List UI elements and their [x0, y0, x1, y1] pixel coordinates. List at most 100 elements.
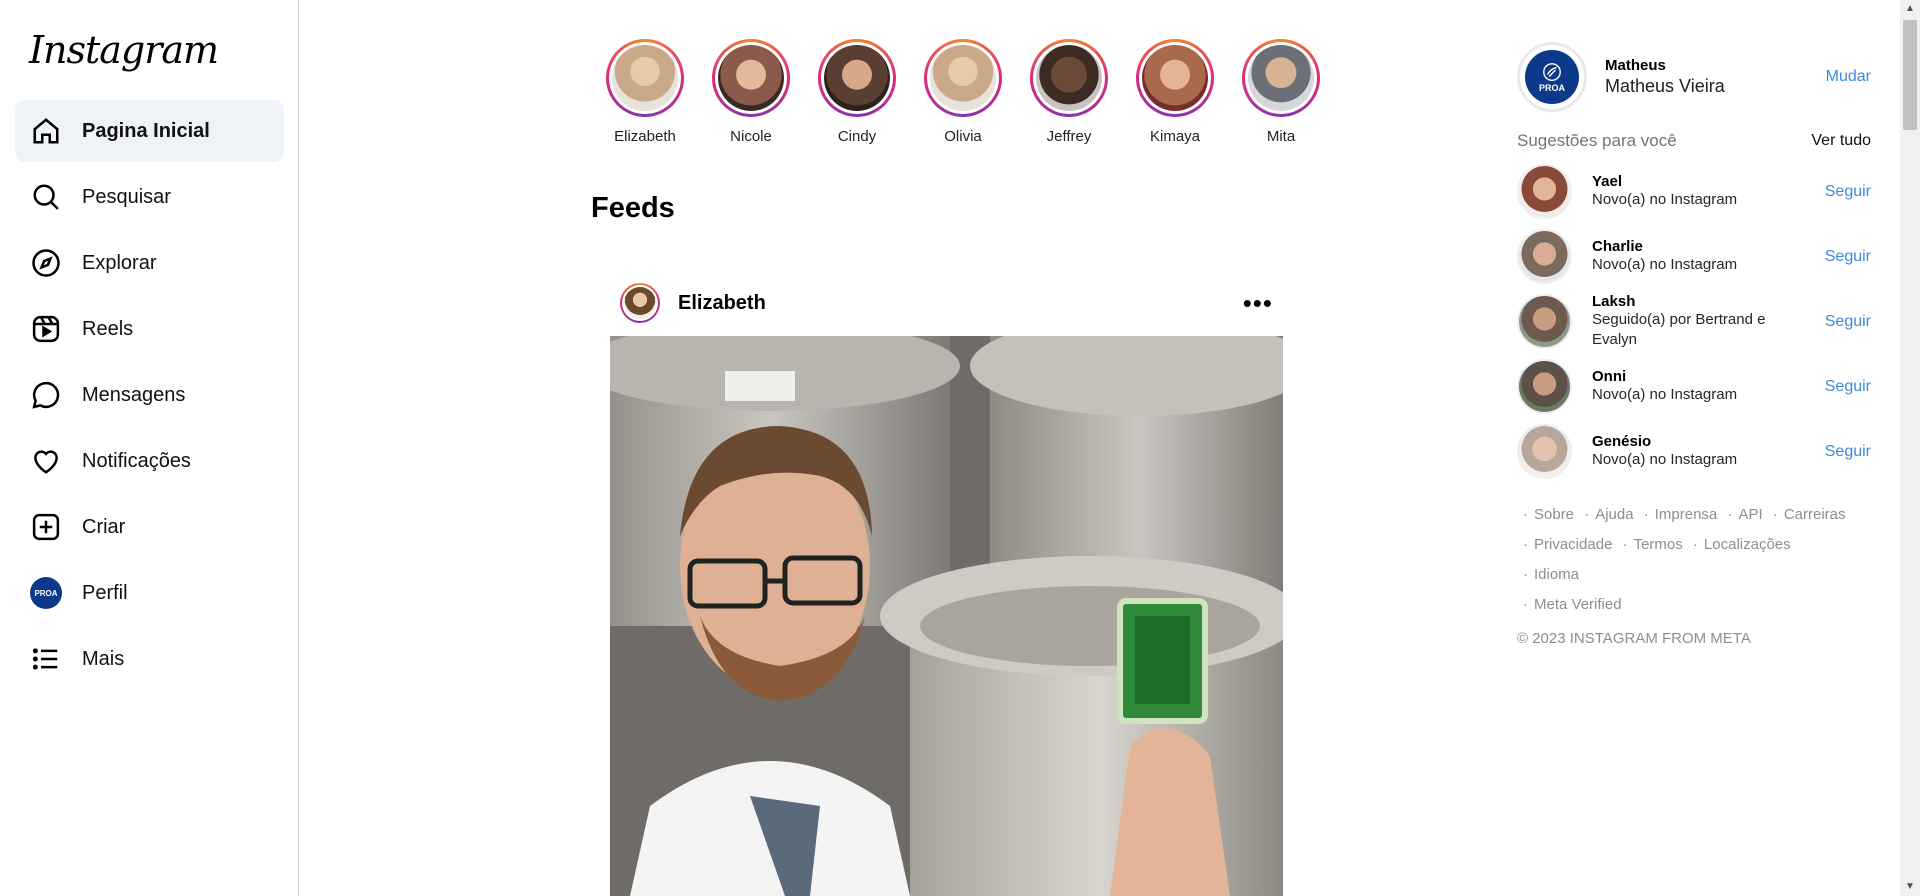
story-name: Cindy: [837, 128, 877, 145]
footer-link[interactable]: Imprensa: [1655, 506, 1718, 523]
post-header: Elizabeth •••: [610, 277, 1283, 329]
story-item[interactable]: Jeffrey: [1016, 39, 1122, 145]
scroll-thumb[interactable]: [1903, 20, 1917, 130]
story-ring-inner: [609, 42, 681, 114]
scroll-down-icon[interactable]: ▼: [1900, 878, 1920, 896]
sidebar-item-label: Mensagens: [82, 383, 186, 406]
story-avatar: [1142, 45, 1208, 111]
sidebar-item-label: Explorar: [82, 251, 157, 274]
sidebar-item-notifications[interactable]: Notificações: [15, 430, 284, 492]
menu-icon: [30, 643, 62, 675]
suggestions-title: Sugestões para você: [1517, 131, 1677, 150]
suggestion-subtitle: Novo(a) no Instagram: [1592, 451, 1738, 468]
footer-link[interactable]: Ajuda: [1595, 506, 1633, 523]
story-ring: [1242, 39, 1320, 117]
story-name: Jeffrey: [1046, 128, 1092, 145]
sidebar-item-more[interactable]: Mais: [15, 628, 284, 690]
story-item[interactable]: Olivia: [910, 39, 1016, 145]
suggestion-subtitle: Seguido(a) por Bertrand e Evalyn: [1592, 311, 1766, 348]
story-item[interactable]: Nicole: [698, 39, 804, 145]
suggestion-avatar[interactable]: [1517, 164, 1572, 219]
page-scrollbar[interactable]: ▲ ▼: [1900, 0, 1920, 896]
follow-button[interactable]: Seguir: [1825, 378, 1871, 396]
footer-link[interactable]: Sobre: [1534, 506, 1574, 523]
suggestion-avatar[interactable]: [1517, 294, 1572, 349]
story-name: Nicole: [730, 128, 772, 145]
follow-button[interactable]: Seguir: [1825, 248, 1871, 266]
story-ring-inner: [1033, 42, 1105, 114]
footer-links: · Sobre · Ajuda · Imprensa · API · Carreiras …: [1523, 506, 1846, 613]
suggestion-item: Onni Novo(a) no Instagram Seguir: [1517, 354, 1871, 419]
story-ring: [606, 39, 684, 117]
more-options-icon[interactable]: •••: [1243, 290, 1273, 316]
suggestion-username[interactable]: Onni: [1592, 368, 1792, 385]
post-image[interactable]: [610, 336, 1283, 896]
footer-link[interactable]: API: [1738, 506, 1762, 523]
sidebar-item-create[interactable]: Criar: [15, 496, 284, 558]
sidebar-item-search[interactable]: Pesquisar: [15, 166, 284, 228]
account-full-name: Matheus Vieira: [1605, 76, 1725, 96]
story-ring: [712, 39, 790, 117]
suggestion-username[interactable]: Genésio: [1592, 433, 1792, 450]
story-ring-inner: [821, 42, 893, 114]
story-item[interactable]: Mita: [1228, 39, 1334, 145]
sidebar-item-reels[interactable]: Reels: [15, 298, 284, 360]
profile-avatar: PROA: [30, 577, 62, 609]
suggestion-username[interactable]: Laksh: [1592, 293, 1792, 310]
footer-link[interactable]: Privacidade: [1534, 536, 1612, 553]
story-name: Olivia: [944, 128, 982, 145]
see-all-button[interactable]: Ver tudo: [1811, 132, 1871, 150]
story-ring-inner: [927, 42, 999, 114]
message-icon: [30, 379, 62, 411]
scroll-up-icon[interactable]: ▲: [1900, 0, 1920, 18]
sidebar-item-explore[interactable]: Explorar: [15, 232, 284, 294]
footer-link[interactable]: Meta Verified: [1534, 596, 1622, 613]
sidebar-item-label: Pagina Inicial: [82, 119, 210, 142]
suggestion-avatar[interactable]: [1517, 229, 1572, 284]
account-avatar[interactable]: PROA: [1517, 42, 1587, 112]
story-item[interactable]: Elizabeth: [592, 39, 698, 145]
story-name: Mita: [1266, 128, 1296, 145]
story-ring-inner: [1139, 42, 1211, 114]
suggestion-avatar[interactable]: [1517, 359, 1572, 414]
account-username[interactable]: Matheus: [1605, 57, 1725, 74]
suggestion-subtitle: Novo(a) no Instagram: [1592, 191, 1738, 208]
copyright: © 2023 INSTAGRAM FROM META: [1517, 630, 1751, 647]
switch-account-button[interactable]: Mudar: [1826, 68, 1871, 86]
home-icon: [30, 115, 62, 147]
follow-button[interactable]: Seguir: [1825, 443, 1871, 461]
post-username[interactable]: Elizabeth: [678, 292, 766, 315]
footer-link[interactable]: Localizações: [1704, 536, 1791, 553]
story-item[interactable]: Kimaya: [1122, 39, 1228, 145]
sidebar-item-messages[interactable]: Mensagens: [15, 364, 284, 426]
story-ring-inner: [715, 42, 787, 114]
suggestion-item: Laksh Seguido(a) por Bertrand e Evalyn S…: [1517, 289, 1871, 354]
story-ring-inner: [1245, 42, 1317, 114]
sidebar-item-home[interactable]: Pagina Inicial: [15, 100, 284, 162]
suggestions-header: Sugestões para você Ver tudo: [1517, 131, 1871, 151]
suggestion-username[interactable]: Yael: [1592, 173, 1792, 190]
search-icon: [30, 181, 62, 213]
suggestion-text: Onni Novo(a) no Instagram: [1592, 368, 1792, 405]
feed-title: Feeds: [591, 192, 675, 224]
suggestion-username[interactable]: Charlie: [1592, 238, 1792, 255]
suggestion-text: Laksh Seguido(a) por Bertrand e Evalyn: [1592, 293, 1792, 350]
follow-button[interactable]: Seguir: [1825, 183, 1871, 201]
sidebar: Instagram Pagina Inicial Pesquisar Explo…: [0, 0, 299, 896]
sidebar-item-label: Perfil: [82, 581, 128, 604]
follow-button[interactable]: Seguir: [1825, 313, 1871, 331]
story-name: Kimaya: [1149, 128, 1201, 145]
story-item[interactable]: Cindy: [804, 39, 910, 145]
sidebar-item-profile[interactable]: PROA Perfil: [15, 562, 284, 624]
post-avatar[interactable]: [620, 283, 660, 323]
suggestions-list: Yael Novo(a) no Instagram Seguir Charlie…: [1517, 159, 1871, 484]
footer-link[interactable]: Carreiras: [1784, 506, 1846, 523]
instagram-logo[interactable]: Instagram: [29, 28, 219, 72]
post-avatar-image: [624, 287, 656, 319]
footer-link[interactable]: Termos: [1634, 536, 1683, 553]
story-avatar: [930, 45, 996, 111]
suggestion-avatar[interactable]: [1517, 424, 1572, 479]
suggestion-text: Yael Novo(a) no Instagram: [1592, 173, 1792, 210]
story-ring: [1136, 39, 1214, 117]
footer-link[interactable]: Idioma: [1534, 566, 1579, 583]
